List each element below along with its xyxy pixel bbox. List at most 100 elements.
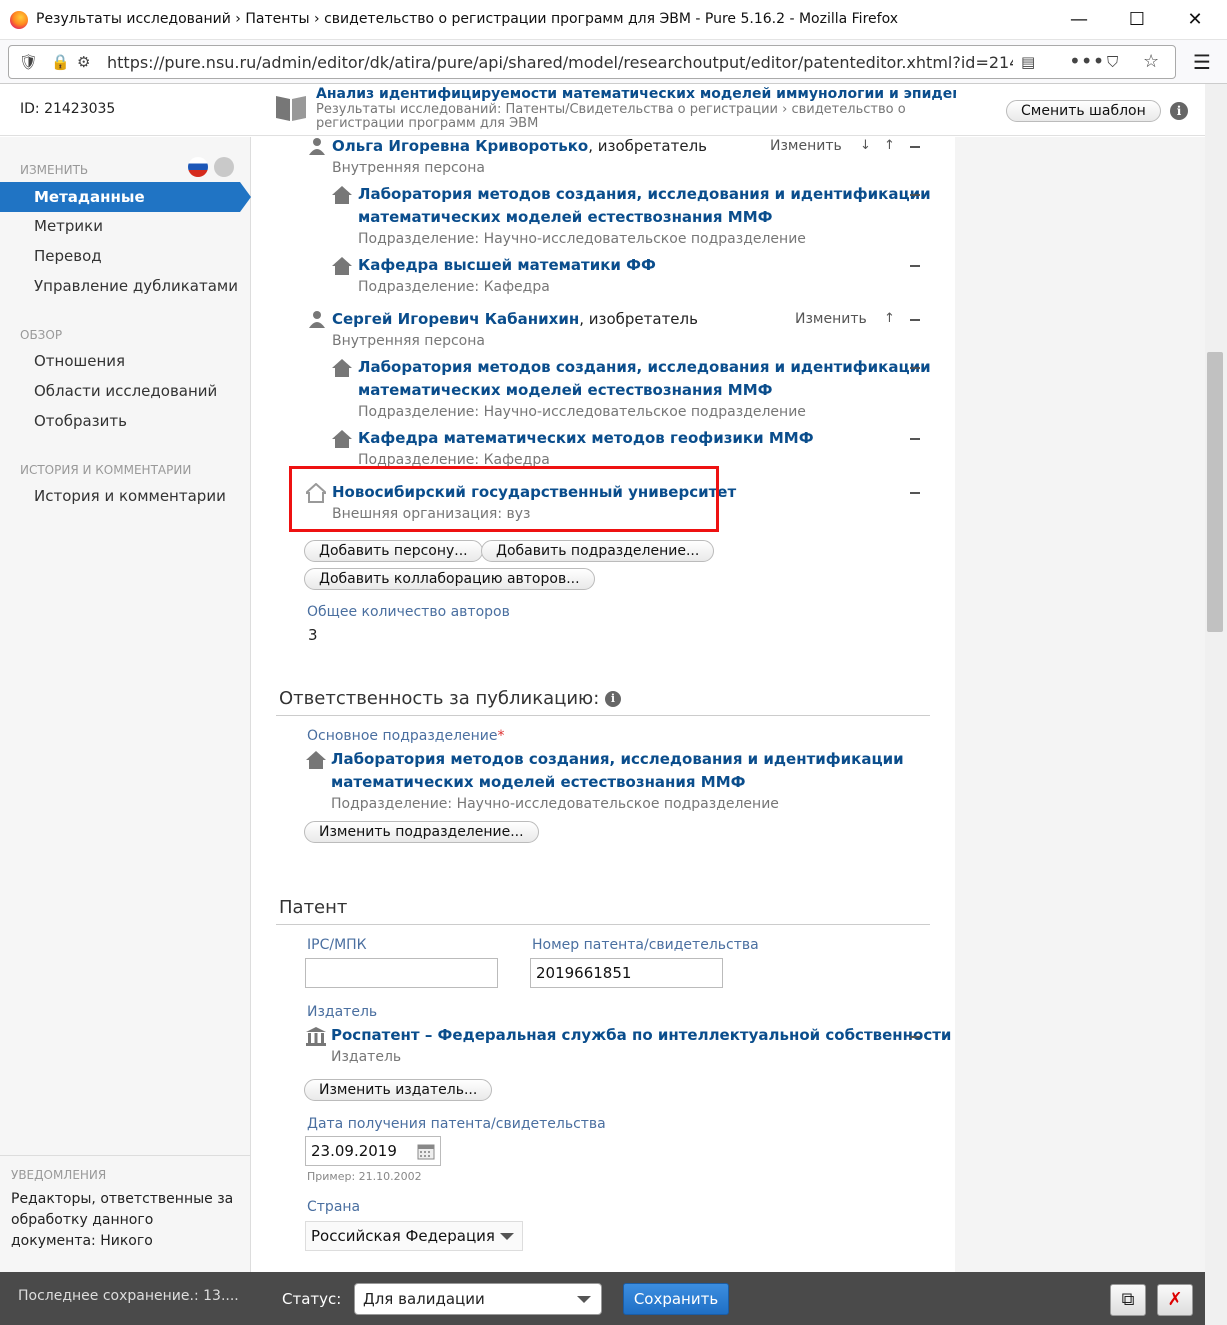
info-icon[interactable]: i xyxy=(1170,102,1188,120)
maximize-icon[interactable]: ☐ xyxy=(1114,4,1160,36)
window-titlebar: Результаты исследований › Патенты › свид… xyxy=(0,0,1227,40)
add-collaboration-button[interactable]: Добавить коллаборацию авторов... xyxy=(304,568,595,590)
remove-affiliation-icon[interactable] xyxy=(910,367,920,369)
person-icon xyxy=(309,311,325,328)
affiliation-link[interactable]: Кафедра высшей математики ФФ xyxy=(358,256,656,274)
english-flag-icon[interactable] xyxy=(214,157,234,177)
save-button[interactable]: Сохранить xyxy=(623,1283,729,1315)
main-unit-label: Основное подразделение* xyxy=(307,728,505,744)
notifications-panel: УВЕДОМЛЕНИЯ Редакторы, ответственные за … xyxy=(0,1155,251,1264)
move-up-icon[interactable]: ↑ xyxy=(884,138,895,153)
sidebar-item-history[interactable]: История и комментарии xyxy=(34,487,226,505)
cancel-close-icon[interactable]: ✗ xyxy=(1157,1284,1193,1316)
editor-header: ID: 21423035 Анализ идентифицируемости м… xyxy=(0,84,1227,136)
author-1: Ольга Игоревна Криворотько, изобретатель xyxy=(332,137,707,155)
close-window-icon[interactable]: ✕ xyxy=(1172,4,1218,36)
add-person-button[interactable]: Добавить персону... xyxy=(304,540,483,562)
remove-author-2-icon[interactable] xyxy=(910,319,920,321)
main-unit-link[interactable]: Лаборатория методов создания, исследован… xyxy=(331,750,904,768)
remove-affiliation-icon[interactable] xyxy=(910,438,920,440)
sidebar-item-metrics[interactable]: Метрики xyxy=(34,217,103,235)
menu-icon[interactable]: ☰ xyxy=(1193,50,1211,74)
add-unit-button[interactable]: Добавить подразделение... xyxy=(481,540,715,562)
sidebar-section-history: ИСТОРИЯ И КОММЕНТАРИИ xyxy=(20,463,192,477)
scrollbar-thumb[interactable] xyxy=(1207,352,1223,632)
permissions-icon[interactable]: ⚙ xyxy=(77,53,90,71)
organization-icon xyxy=(332,430,352,448)
reader-view-icon[interactable]: ▤ xyxy=(1021,53,1035,71)
country-value: Российская Федерация xyxy=(311,1227,495,1245)
calendar-icon[interactable] xyxy=(416,1141,436,1161)
url-field[interactable]: 🛡 🔒 ⚙ https://pure.nsu.ru/admin/editor/d… xyxy=(8,45,1176,79)
breadcrumb[interactable]: Результаты исследований: Патенты/Свидете… xyxy=(316,103,956,131)
country-select[interactable]: Российская Федерация xyxy=(305,1221,523,1251)
notifications-text: Редакторы, ответственные за обработку да… xyxy=(11,1191,234,1249)
sidebar-item-research-areas[interactable]: Области исследований xyxy=(34,382,217,400)
sidebar-item-metadata[interactable]: Метаданные xyxy=(0,182,251,212)
author-1-edit-link[interactable]: Изменить xyxy=(770,138,842,154)
affiliation-link[interactable]: Кафедра математических методов геофизики… xyxy=(358,429,814,447)
sidebar-item-translation[interactable]: Перевод xyxy=(34,247,102,265)
footer-bar: Последнее сохранение.: 13.... Статус: Дл… xyxy=(0,1272,1205,1325)
person-icon xyxy=(309,138,325,155)
minimize-icon[interactable]: — xyxy=(1056,4,1102,36)
change-publisher-button[interactable]: Изменить издатель... xyxy=(304,1079,493,1101)
sidebar-section-edit: ИЗМЕНИТЬ xyxy=(20,163,89,177)
copy-icon[interactable]: ⧉ xyxy=(1110,1284,1146,1316)
sidebar-item-duplicates[interactable]: Управление дубликатами xyxy=(34,277,238,295)
date-input[interactable]: 23.09.2019 xyxy=(305,1136,441,1166)
affiliation-link[interactable]: Лаборатория методов создания, исследован… xyxy=(358,185,931,203)
author-2-type: Внутренняя персона xyxy=(332,333,485,349)
bookmark-star-icon[interactable]: ☆ xyxy=(1143,51,1159,72)
remove-affiliation-icon[interactable] xyxy=(910,265,920,267)
organization-icon xyxy=(332,359,352,377)
author-2-name[interactable]: Сергей Игоревич Кабанихин xyxy=(332,310,579,328)
change-template-button[interactable]: Сменить шаблон xyxy=(1006,100,1161,122)
publisher-sub: Издатель xyxy=(331,1049,402,1065)
publisher-building-icon xyxy=(306,1027,326,1046)
remove-affiliation-icon[interactable] xyxy=(910,194,920,196)
status-select[interactable]: Для валидации xyxy=(354,1283,602,1315)
responsibility-heading: Ответственность за публикацию: i xyxy=(279,688,621,709)
status-value: Для валидации xyxy=(363,1290,485,1308)
patent-number-label: Номер патента/свидетельства xyxy=(532,937,759,953)
organization-icon xyxy=(332,186,352,204)
affiliation-sub: Подразделение: Кафедра xyxy=(358,279,550,295)
remove-external-org-icon[interactable] xyxy=(910,492,920,494)
author-1-role: , изобретатель xyxy=(588,137,707,155)
author-1-name[interactable]: Ольга Игоревна Криворотько xyxy=(332,137,588,155)
shield-icon[interactable]: 🛡 xyxy=(19,53,38,71)
move-up-icon[interactable]: ↑ xyxy=(884,311,895,326)
publisher-link[interactable]: Роспатент – Федеральная служба по интелл… xyxy=(331,1026,951,1044)
chevron-down-icon xyxy=(500,1233,514,1240)
sidebar-item-display[interactable]: Отобразить xyxy=(34,412,127,430)
affiliation-link-line2[interactable]: математических моделей естествознания ММ… xyxy=(358,208,773,226)
country-label: Страна xyxy=(307,1199,361,1215)
notifications-title: УВЕДОМЛЕНИЯ xyxy=(11,1168,107,1182)
patent-heading: Патент xyxy=(279,897,348,918)
last-saved-text: Последнее сохранение.: 13.... xyxy=(18,1288,239,1304)
change-unit-button[interactable]: Изменить подразделение... xyxy=(304,821,539,843)
info-icon[interactable]: i xyxy=(605,691,621,707)
date-label: Дата получения патента/свидетельства xyxy=(307,1116,606,1132)
author-2-edit-link[interactable]: Изменить xyxy=(795,311,867,327)
organization-icon xyxy=(332,257,352,275)
window-title: Результаты исследований › Патенты › свид… xyxy=(36,11,898,27)
more-actions-icon[interactable]: ••• xyxy=(1069,49,1104,73)
russian-flag-icon[interactable] xyxy=(188,157,208,177)
move-down-icon[interactable]: ↓ xyxy=(860,138,871,153)
remove-publisher-icon[interactable] xyxy=(910,1036,920,1038)
affiliation-link-line2[interactable]: математических моделей естествознания ММ… xyxy=(358,381,773,399)
patent-number-input[interactable]: 2019661851 xyxy=(530,958,723,988)
author-2: Сергей Игоревич Кабанихин, изобретатель xyxy=(332,310,698,328)
url-text[interactable]: https://pure.nsu.ru/admin/editor/dk/atir… xyxy=(107,53,1013,72)
highlight-box xyxy=(289,466,719,532)
pocket-icon[interactable]: ⛉ xyxy=(1107,53,1118,71)
sidebar-item-relations[interactable]: Отношения xyxy=(34,352,125,370)
main-unit-link-line2[interactable]: математических моделей естествознания ММ… xyxy=(331,773,746,791)
lock-icon[interactable]: 🔒 xyxy=(51,53,70,71)
ipc-input[interactable] xyxy=(305,958,498,988)
remove-author-1-icon[interactable] xyxy=(910,146,920,148)
scrollbar[interactable] xyxy=(1205,84,1227,1325)
affiliation-link[interactable]: Лаборатория методов создания, исследован… xyxy=(358,358,931,376)
